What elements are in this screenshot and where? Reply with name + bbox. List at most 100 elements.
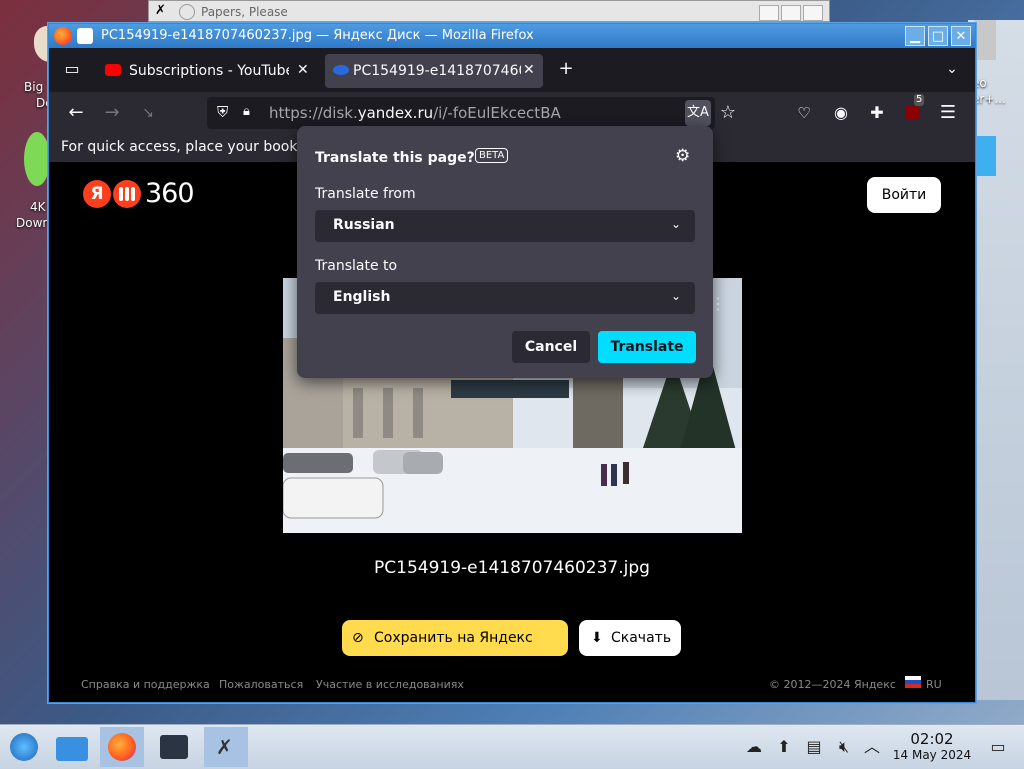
new-tab-button[interactable]: +: [553, 56, 579, 82]
tab-close-icon[interactable]: ✕: [523, 62, 535, 78]
folder-icon: [56, 737, 88, 761]
yandex-disk-icon: [333, 65, 349, 75]
download-button[interactable]: ⬇ Скачать: [579, 620, 681, 656]
footer-link-report[interactable]: Пожаловаться: [219, 678, 303, 691]
youtube-icon: [105, 64, 121, 76]
url-text: https://disk.yandex.ru/i/-foEulEkcectBA: [269, 104, 561, 122]
window-titlebar[interactable]: PC154919-e1418707460237.jpg — Яндекс Дис…: [49, 24, 975, 48]
shield-icon[interactable]: ⛨: [217, 103, 228, 121]
maximize-button[interactable]: □: [928, 26, 948, 46]
tab-close-icon[interactable]: ✕: [297, 62, 309, 78]
minimize-button[interactable]: ▁: [905, 26, 925, 46]
firefox-view-icon[interactable]: ▭: [59, 56, 85, 82]
url-bar[interactable]: ⛨ 🔒︎ https://disk.yandex.ru/i/-foEulEkce…: [207, 97, 715, 129]
extension-badge: 5: [914, 94, 925, 106]
file-name: PC154919-e1418707460237.jpg: [374, 558, 650, 578]
right-folder-icon[interactable]: [974, 20, 996, 60]
firefox-taskbar-icon: [108, 733, 136, 761]
360-logo-icon: [113, 180, 141, 208]
taskbar-x-app[interactable]: ✗: [204, 727, 248, 767]
language-selector[interactable]: RU: [926, 678, 942, 691]
back-button[interactable]: ←: [63, 100, 89, 126]
ublock-shield-icon: [905, 106, 919, 120]
account-icon[interactable]: ◉: [828, 100, 854, 126]
copyright: © 2012—2024 Яндекс: [769, 678, 896, 691]
taskbar-file-manager[interactable]: [50, 727, 94, 767]
cloud-sync-icon[interactable]: ☁: [744, 737, 764, 757]
extensions-icon[interactable]: ✚: [864, 100, 890, 126]
list-all-tabs-icon[interactable]: ⌄: [939, 56, 965, 82]
background-window-icon2: [179, 4, 195, 20]
download-icon: ⬇: [591, 630, 603, 646]
desktop-icon-label-2b: Down: [16, 216, 51, 230]
background-minimize-button[interactable]: [759, 5, 779, 21]
x-app-icon: ✗: [216, 735, 233, 759]
tab-yandex-disk[interactable]: PC154919-e14187074602 ✕: [325, 54, 543, 88]
4k-downloader-icon[interactable]: [24, 132, 50, 186]
reload-icon[interactable]: ↘: [135, 100, 161, 126]
background-window-title: Papers, Please: [201, 5, 288, 19]
tab-label: PC154919-e14187074602: [353, 63, 521, 79]
tray-expand-icon[interactable]: ︿: [862, 737, 882, 757]
disk-icon: ⊘: [352, 630, 364, 646]
translate-from-select[interactable]: Russian ⌄: [315, 210, 695, 242]
translate-popup: Translate this page? BETA ⚙ Translate fr…: [297, 126, 713, 378]
tab-label: Subscriptions - YouTube: [129, 63, 289, 79]
show-desktop-icon[interactable]: ▭: [988, 737, 1008, 757]
footer-link-research[interactable]: Участие в исследованиях: [316, 678, 464, 691]
footer-link-help[interactable]: Справка и поддержка: [81, 678, 210, 691]
bookmark-star-icon[interactable]: ☆: [715, 100, 741, 126]
login-button[interactable]: Войти: [867, 177, 941, 213]
firefox-icon: [54, 27, 72, 45]
update-icon[interactable]: ⬆: [774, 737, 794, 757]
logo-text: 360: [145, 178, 195, 209]
window-title: PC154919-e1418707460237.jpg — Яндекс Дис…: [101, 28, 534, 43]
pocket-icon[interactable]: ♡: [791, 100, 817, 126]
background-maximize-button[interactable]: [781, 5, 801, 21]
forward-button[interactable]: →: [99, 100, 125, 126]
translate-from-value: Russian: [333, 217, 395, 233]
terminal-icon: [160, 735, 188, 759]
ublock-icon[interactable]: 5: [900, 94, 926, 126]
bookmarks-hint: For quick access, place your bookm: [61, 139, 312, 155]
clipboard-icon[interactable]: ▤: [804, 737, 824, 757]
right-panel-accent: [974, 136, 996, 176]
desktop-icon-label-2: 4K: [30, 200, 46, 214]
start-button[interactable]: [2, 727, 46, 767]
background-window-icon: ✗: [155, 3, 166, 18]
download-label: Скачать: [611, 630, 672, 646]
save-to-disk-button[interactable]: ⊘ Сохранить на Яндекс Диск: [342, 620, 568, 682]
chevron-down-icon: ⌄: [670, 217, 681, 231]
translate-popup-title: Translate this page?: [315, 150, 475, 166]
translate-to-value: English: [333, 289, 391, 305]
pin-icon[interactable]: [77, 28, 93, 44]
background-right-window: eo er+...: [968, 20, 1024, 700]
translate-icon[interactable]: 文A: [685, 100, 711, 126]
clock-date[interactable]: 14 May 2024: [888, 748, 976, 762]
russian-flag-icon[interactable]: [905, 676, 921, 688]
desktop-icon-label-1: Big: [24, 80, 44, 94]
translate-to-label: Translate to: [315, 258, 398, 274]
clock-time[interactable]: 02:02: [902, 730, 962, 748]
volume-muted-icon[interactable]: 🔇︎: [834, 737, 854, 757]
start-orb-icon: [10, 733, 38, 761]
translate-from-label: Translate from: [315, 186, 416, 202]
right-label-2: er+...: [972, 92, 1006, 106]
taskbar-firefox[interactable]: [100, 727, 144, 767]
settings-gear-icon[interactable]: ⚙: [675, 146, 690, 166]
menu-icon[interactable]: ☰: [935, 100, 961, 126]
background-window[interactable]: ✗ Papers, Please: [148, 0, 830, 22]
close-button[interactable]: ✕: [951, 26, 971, 46]
tab-strip: ▭ Subscriptions - YouTube ✕ PC154919-e14…: [49, 48, 975, 92]
lock-icon[interactable]: 🔒︎: [243, 104, 250, 119]
chevron-down-icon: ⌄: [670, 289, 681, 303]
background-close-button[interactable]: [803, 5, 823, 21]
yandex-logo-icon: Я: [83, 180, 111, 208]
translate-button[interactable]: Translate: [598, 331, 696, 363]
tab-youtube[interactable]: Subscriptions - YouTube ✕: [99, 54, 321, 88]
translate-to-select[interactable]: English ⌄: [315, 282, 695, 314]
taskbar: ✗ ☁ ⬆ ▤ 🔇︎ ︿ 02:02 14 May 2024 ▭: [0, 724, 1024, 769]
taskbar-terminal[interactable]: [152, 727, 196, 767]
beta-badge: BETA: [475, 148, 509, 163]
cancel-button[interactable]: Cancel: [512, 331, 590, 363]
